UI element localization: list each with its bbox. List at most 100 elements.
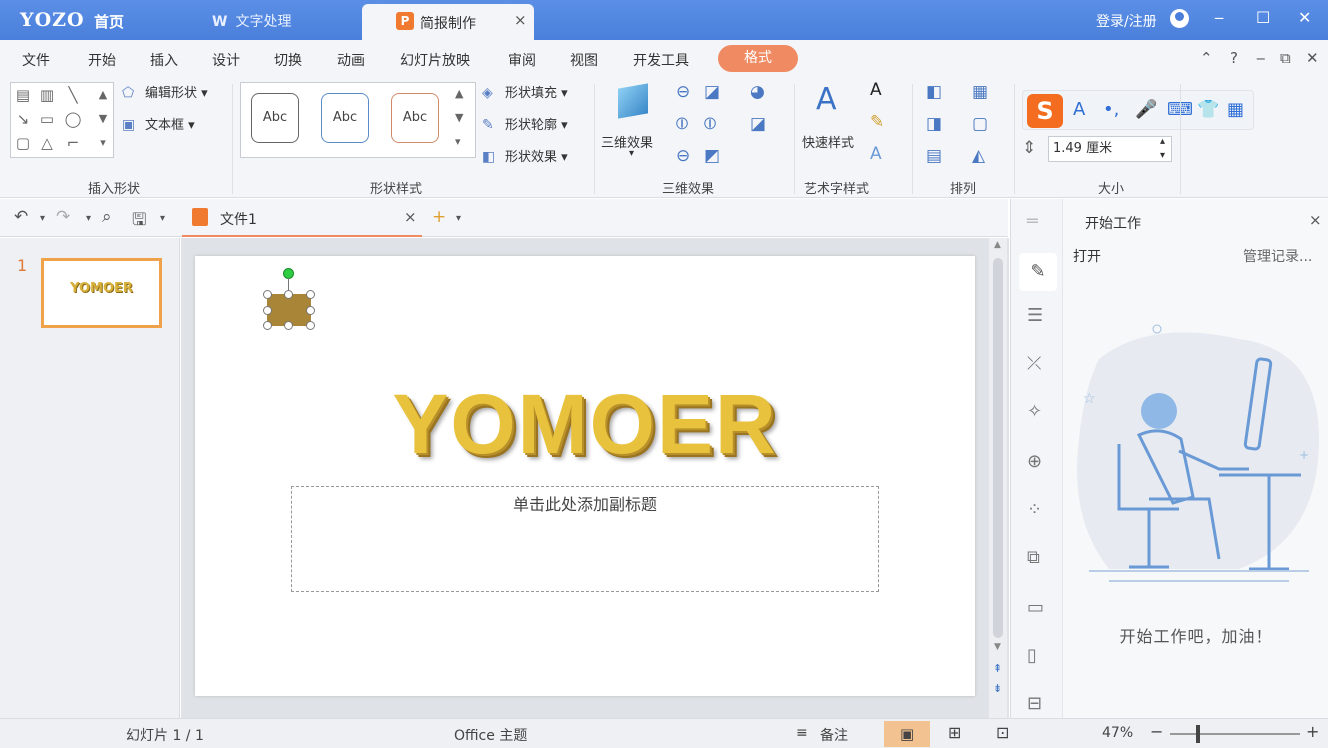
- qat-customize-icon[interactable]: ▾: [160, 213, 165, 224]
- slide-sorter-icon[interactable]: ⊞: [948, 723, 961, 742]
- task-pane-close-icon[interactable]: ×: [1309, 211, 1322, 229]
- properties-icon[interactable]: ☰: [1027, 305, 1043, 326]
- scroll-down-icon[interactable]: ▼: [994, 642, 1001, 652]
- next-slide-icon[interactable]: ⇟: [993, 682, 1002, 695]
- vertical-textbox-shape-icon[interactable]: ▥: [37, 85, 57, 105]
- resize-handle[interactable]: [284, 290, 293, 299]
- shape-style-3[interactable]: Abc: [391, 93, 439, 143]
- edit-shape-button[interactable]: ⬠ 编辑形状 ▾: [122, 82, 208, 101]
- vertical-scrollbar[interactable]: ▲ ▼ ⇞ ⇟: [989, 238, 1007, 718]
- save-icon[interactable]: 🖫: [132, 207, 146, 236]
- sogou-logo-icon[interactable]: S: [1027, 94, 1063, 128]
- close-tab-icon[interactable]: ×: [514, 11, 527, 29]
- wordart-title[interactable]: YOMOER: [195, 376, 975, 473]
- 3d-cube-icon[interactable]: [618, 83, 648, 119]
- text-effect-icon[interactable]: A: [870, 144, 882, 164]
- shape-style-1[interactable]: Abc: [251, 93, 299, 143]
- textbox-button[interactable]: ▣ 文本框 ▾: [122, 114, 195, 133]
- gallery-more-icon[interactable]: ▾: [93, 133, 113, 153]
- collapse-ribbon-icon[interactable]: ⌃: [1200, 49, 1213, 67]
- print-preview-icon[interactable]: ⌕: [102, 207, 112, 227]
- zoom-out-icon[interactable]: −: [1150, 722, 1163, 741]
- doc-close-icon[interactable]: ✕: [1306, 49, 1319, 67]
- resize-handle[interactable]: [263, 306, 272, 315]
- shape-fill-button[interactable]: ◈ 形状填充 ▾: [482, 82, 568, 101]
- drag-handle-icon[interactable]: ═: [1027, 211, 1038, 232]
- undo-icon[interactable]: ↶: [14, 207, 28, 227]
- menu-insert[interactable]: 插入: [150, 50, 178, 70]
- normal-view-button[interactable]: ▣: [884, 721, 930, 747]
- ime-tools-icon[interactable]: ▦: [1227, 99, 1244, 120]
- tilt-right-icon[interactable]: ⦶: [704, 114, 716, 134]
- resize-handle[interactable]: [306, 306, 315, 315]
- menu-home[interactable]: 开始: [88, 50, 116, 70]
- subtitle-placeholder[interactable]: 单击此处添加副标题: [291, 486, 879, 592]
- style-down-icon[interactable]: ▼: [455, 111, 463, 124]
- style-more-icon[interactable]: ▾: [455, 135, 461, 148]
- close-window-icon[interactable]: ✕: [1298, 8, 1311, 27]
- 3d-effect-dropdown-icon[interactable]: ▾: [629, 148, 634, 159]
- zoom-slider[interactable]: [1170, 733, 1300, 735]
- gallery-up-icon[interactable]: ▲: [93, 85, 113, 105]
- menu-view[interactable]: 视图: [570, 50, 598, 70]
- redo-dropdown-icon[interactable]: ▾: [86, 213, 91, 224]
- triangle-shape-icon[interactable]: △: [37, 133, 57, 153]
- open-link[interactable]: 打开: [1073, 246, 1101, 266]
- resize-handle[interactable]: [263, 290, 272, 299]
- slideshow-view-icon[interactable]: ⊡: [996, 723, 1009, 742]
- prev-slide-icon[interactable]: ⇞: [993, 662, 1002, 675]
- animation-icon[interactable]: ✧: [1027, 401, 1042, 422]
- help-icon[interactable]: ?: [1230, 49, 1238, 67]
- resize-handle[interactable]: [263, 321, 272, 330]
- menu-format[interactable]: 格式: [718, 45, 798, 72]
- menu-transition[interactable]: 切换: [274, 50, 302, 70]
- ime-punctuation-icon[interactable]: •,: [1103, 99, 1119, 120]
- height-stepper-icon[interactable]: ▴ ▾: [1160, 135, 1165, 163]
- menu-file[interactable]: 文件: [22, 50, 50, 70]
- scrollbar-thumb[interactable]: [993, 258, 1003, 638]
- tab-presentation[interactable]: P 简报制作 ×: [362, 4, 534, 40]
- oval-shape-icon[interactable]: ◯: [63, 109, 83, 129]
- notes-icon[interactable]: ≡: [796, 725, 808, 741]
- 3d-effect-button[interactable]: 三维效果: [601, 132, 653, 151]
- user-avatar-icon[interactable]: [1170, 9, 1189, 28]
- menu-design[interactable]: 设计: [212, 50, 240, 70]
- transition-icon[interactable]: ⤫: [1027, 353, 1041, 374]
- text-outline-icon[interactable]: ✎: [870, 112, 884, 132]
- layout-icon[interactable]: ⁘: [1027, 499, 1042, 520]
- 3d-lighting-icon[interactable]: ◪: [750, 114, 766, 134]
- tilt-down-icon[interactable]: ⊖: [676, 146, 690, 166]
- bring-forward-icon[interactable]: ◧: [926, 82, 942, 102]
- connector-shape-icon[interactable]: ⌐: [63, 133, 83, 153]
- tab-word-processing[interactable]: W 文字处理: [212, 11, 291, 31]
- shape-gallery[interactable]: ▤ ▥ ╲ ↘ ▭ ◯ ▢ △ ⌐ ▲ ▼ ▾: [10, 82, 114, 158]
- menu-developer[interactable]: 开发工具: [633, 50, 689, 70]
- shape-effect-button[interactable]: ◧ 形状效果 ▾: [482, 146, 568, 165]
- rounded-rect-shape-icon[interactable]: ▢: [13, 133, 33, 153]
- resize-handle[interactable]: [284, 321, 293, 330]
- textbox-shape-icon[interactable]: ▤: [13, 85, 33, 105]
- notes-button[interactable]: 备注: [820, 725, 848, 745]
- yozo-logo[interactable]: YOZO: [20, 9, 85, 31]
- new-document-icon[interactable]: +: [432, 207, 446, 227]
- quick-style-icon[interactable]: A: [816, 82, 837, 117]
- doc-tab-file1[interactable]: 文件1 ×: [182, 199, 422, 237]
- menu-animation[interactable]: 动画: [337, 50, 365, 70]
- comment-icon[interactable]: ▭: [1027, 597, 1044, 618]
- send-backward-icon[interactable]: ◨: [926, 114, 942, 134]
- shape-outline-button[interactable]: ✎ 形状轮廓 ▾: [482, 114, 568, 133]
- rectangle-shape-icon[interactable]: ▭: [37, 109, 57, 129]
- rotate-icon[interactable]: ◭: [972, 146, 985, 166]
- selection-pane-icon[interactable]: ▤: [926, 146, 942, 166]
- resize-handle[interactable]: [306, 321, 315, 330]
- zoom-in-icon[interactable]: +: [1306, 722, 1319, 741]
- shape-style-2[interactable]: Abc: [321, 93, 369, 143]
- minimize-icon[interactable]: ‒: [1214, 8, 1224, 27]
- maximize-icon[interactable]: ☐: [1256, 8, 1270, 27]
- close-doc-icon[interactable]: ×: [404, 208, 417, 226]
- style-up-icon[interactable]: ▲: [455, 87, 463, 100]
- scroll-up-icon[interactable]: ▲: [994, 240, 1001, 250]
- line-shape-icon[interactable]: ╲: [63, 85, 83, 105]
- clipboard-icon[interactable]: ▯: [1027, 645, 1037, 666]
- menu-slideshow[interactable]: 幻灯片放映: [400, 50, 470, 70]
